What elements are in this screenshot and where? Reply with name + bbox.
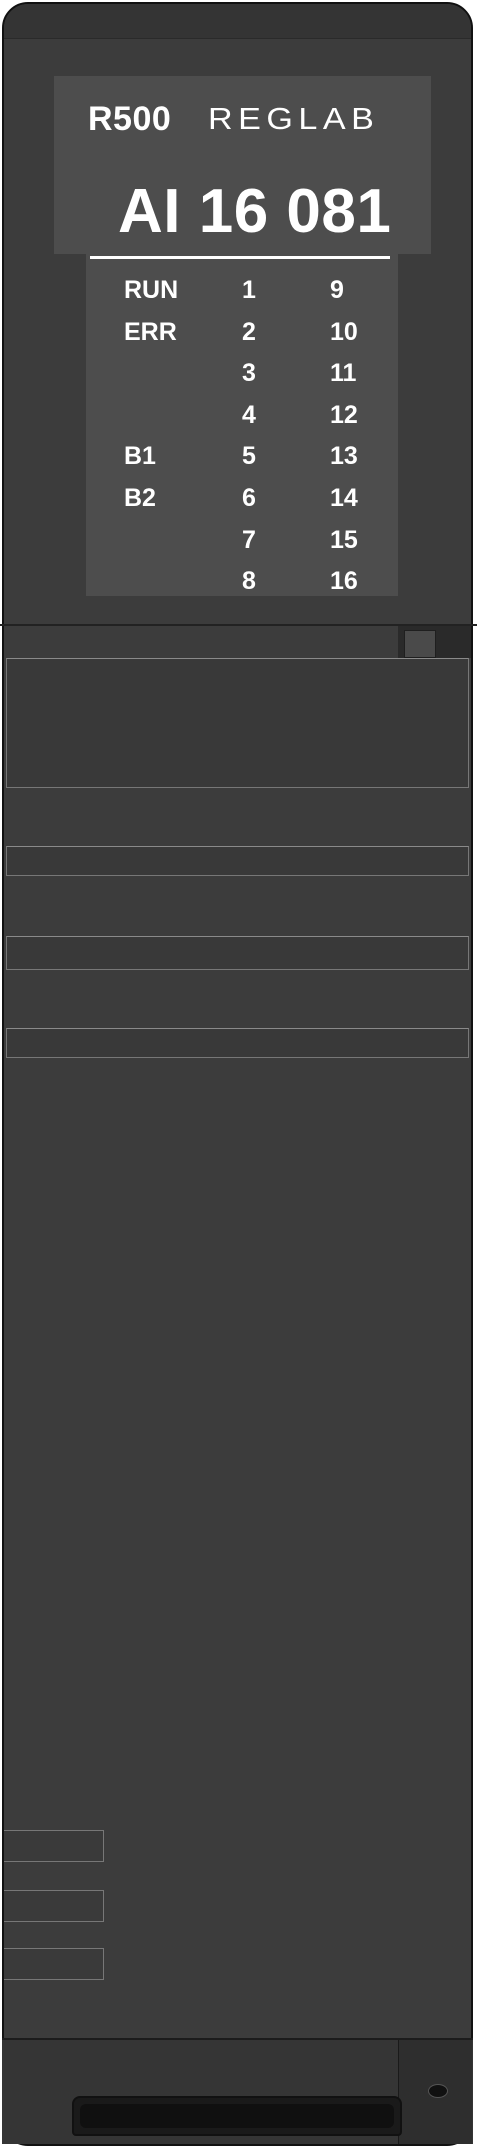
channel-led-label: 7 — [242, 526, 256, 554]
channel-led-label: 13 — [330, 442, 358, 470]
channel-led-label: 3 — [242, 359, 256, 387]
status-led-label: B1 — [124, 442, 156, 470]
cover-release-tab[interactable] — [404, 630, 436, 658]
channel-led-label: 12 — [330, 401, 358, 429]
channel-led-label: 5 — [242, 442, 256, 470]
channel-led-label: 11 — [330, 359, 357, 387]
housing-top-edge — [4, 4, 471, 39]
status-led-label: RUN — [124, 276, 179, 304]
vent-slot — [6, 846, 469, 876]
channel-led-label: 9 — [330, 276, 344, 304]
series-label: R500 — [88, 100, 172, 138]
channel-led-label: 10 — [330, 318, 358, 346]
channel-led-label: 14 — [330, 484, 358, 512]
model-label: AI 16 081 — [118, 177, 392, 246]
channel-led-label: 6 — [242, 484, 256, 512]
side-tab — [4, 1948, 104, 1980]
vent-slot — [6, 936, 469, 970]
status-led-label: B2 — [124, 484, 156, 512]
channel-led-label: 2 — [242, 318, 256, 346]
channel-led-label: 15 — [330, 526, 358, 554]
latch-slot — [80, 2104, 394, 2128]
vent-slot — [6, 1028, 469, 1058]
screw-hole-icon — [428, 2084, 448, 2098]
side-tab — [4, 1830, 104, 1862]
brand-logo: REGLAB — [208, 101, 380, 136]
vent-slot — [6, 658, 469, 788]
model-underline — [90, 256, 390, 259]
channel-led-label: 8 — [242, 567, 256, 595]
channel-led-label: 4 — [242, 401, 256, 429]
channel-led-label: 16 — [330, 567, 358, 595]
channel-led-label: 1 — [242, 276, 256, 304]
side-tab — [4, 1890, 104, 1922]
status-led-label: ERR — [124, 318, 177, 346]
